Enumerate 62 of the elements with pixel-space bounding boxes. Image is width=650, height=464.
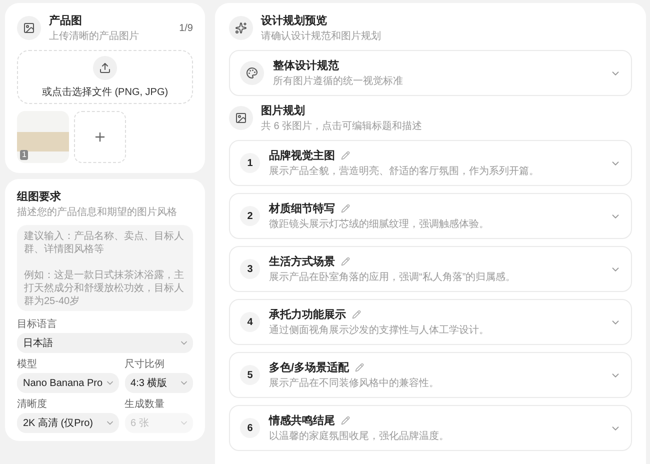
photo-placeholder[interactable]: 1	[17, 111, 69, 163]
card-title: 组图要求	[17, 190, 62, 204]
item-number: 5	[240, 365, 260, 385]
panel-subtitle: 请确认设计规范和图片规划	[261, 30, 382, 43]
item-number: 4	[240, 312, 260, 332]
item-number: 1	[240, 153, 260, 173]
item-description: 展示产品在卧室角落的应用，强调“私人角落”的归属感。	[269, 270, 517, 284]
field-label: 尺寸比例	[124, 358, 166, 371]
item-description: 以温馨的家庭氛围收尾，强化品牌温度。	[269, 430, 450, 443]
field-label: 清晰度	[17, 398, 48, 411]
item-description: 微距镜头展示灯芯绒的细腻纹理，强调触感体验。	[269, 218, 490, 231]
field-label: 目标语言	[17, 318, 58, 331]
upload-icon	[93, 56, 117, 80]
item-title: 品牌视觉主图	[269, 148, 335, 163]
edit-icon[interactable]	[352, 310, 361, 319]
edit-icon[interactable]	[341, 204, 350, 213]
card-title: 产品图	[49, 14, 83, 28]
field-label: 模型	[17, 358, 38, 371]
edit-icon[interactable]	[355, 363, 364, 372]
edit-icon[interactable]	[341, 416, 350, 425]
dropdown-select[interactable]: 2K 高清 (仅Pro)	[17, 413, 119, 433]
plan-item[interactable]: 6 情感共鸣结尾 以温馨的家庭氛围收尾，强化品牌温度。	[229, 405, 632, 451]
image-icon	[17, 16, 41, 40]
plan-item[interactable]: 5 多色/多场景适配 展示产品在不同装修风格中的兼容性。	[229, 352, 632, 398]
section-title: 图片规划	[261, 104, 306, 118]
dropdown-select[interactable]: Nano Banana Pro	[17, 373, 119, 393]
item-number: 3	[240, 259, 260, 279]
item-number: 6	[240, 418, 260, 438]
image-index: 1	[20, 150, 28, 160]
plan-item[interactable]: 2 材质细节特写 微距镜头展示灯芯绒的细腻纹理，强调触感体验。	[229, 193, 632, 239]
upload-label: 或点击选择文件 (PNG, JPG)	[42, 86, 168, 98]
card-subtitle: 上传清晰的产品图片	[49, 30, 140, 43]
palette-icon	[240, 61, 264, 85]
dropdown-select[interactable]: 4:3 横版	[124, 373, 193, 393]
plan-item[interactable]: 4 承托力功能展示 通过侧面视角展示沙发的支撑性与人体工学设计。	[229, 299, 632, 345]
upload-area[interactable]: 或点击选择文件 (PNG, JPG)	[17, 50, 193, 104]
plan-item[interactable]: 1 品牌视觉主图 展示产品全貌，营造明亮、舒适的客厅氛围，作为系列开篇。	[229, 140, 632, 186]
plus-icon	[93, 130, 107, 144]
card-subtitle: 描述您的产品信息和期望的图片风格	[17, 206, 178, 219]
image-icon	[229, 106, 253, 130]
item-description: 展示产品在不同装修风格中的兼容性。	[269, 376, 440, 390]
item-description: 展示产品全貌，营造明亮、舒适的客厅氛围，作为系列开篇。	[269, 164, 540, 178]
item-title: 生活方式场景	[269, 254, 335, 269]
edit-icon[interactable]	[341, 151, 350, 160]
item-title: 多色/多场景适配	[269, 360, 350, 375]
item-title: 材质细节特写	[269, 202, 335, 216]
section-subtitle: 共 6 张图片，点击可编辑标题和描述	[261, 120, 424, 133]
card-title: 整体设计规范	[273, 58, 340, 73]
design-spec-card[interactable]: 整体设计规范 所有图片遵循的统一视觉标准	[229, 50, 632, 96]
item-title: 情感共鸣结尾	[269, 414, 335, 428]
panel-title: 设计规划预览	[261, 14, 328, 28]
dropdown-select[interactable]: 日本語	[17, 333, 193, 353]
field-label: 生成数量	[124, 398, 166, 411]
plan-item[interactable]: 3 生活方式场景 展示产品在卧室角落的应用，强调“私人角落”的归属感。	[229, 246, 632, 292]
edit-icon[interactable]	[341, 257, 350, 266]
card-subtitle: 所有图片遵循的统一视觉标准	[273, 74, 404, 88]
description-input[interactable]: 建议输入：产品名称、卖点、目标人群、详情图风格等 例如：这是一款日式抹茶沐浴露，主打天然成分和舒缓放松功效，目标人群为25-40岁	[17, 225, 193, 311]
item-title: 承托力功能展示	[269, 308, 346, 322]
item-number: 2	[240, 206, 260, 226]
sparkle-icon	[229, 16, 253, 40]
item-description: 通过侧面视角展示沙发的支撑性与人体工学设计。	[269, 324, 490, 337]
image-count: 1/9	[179, 22, 193, 34]
